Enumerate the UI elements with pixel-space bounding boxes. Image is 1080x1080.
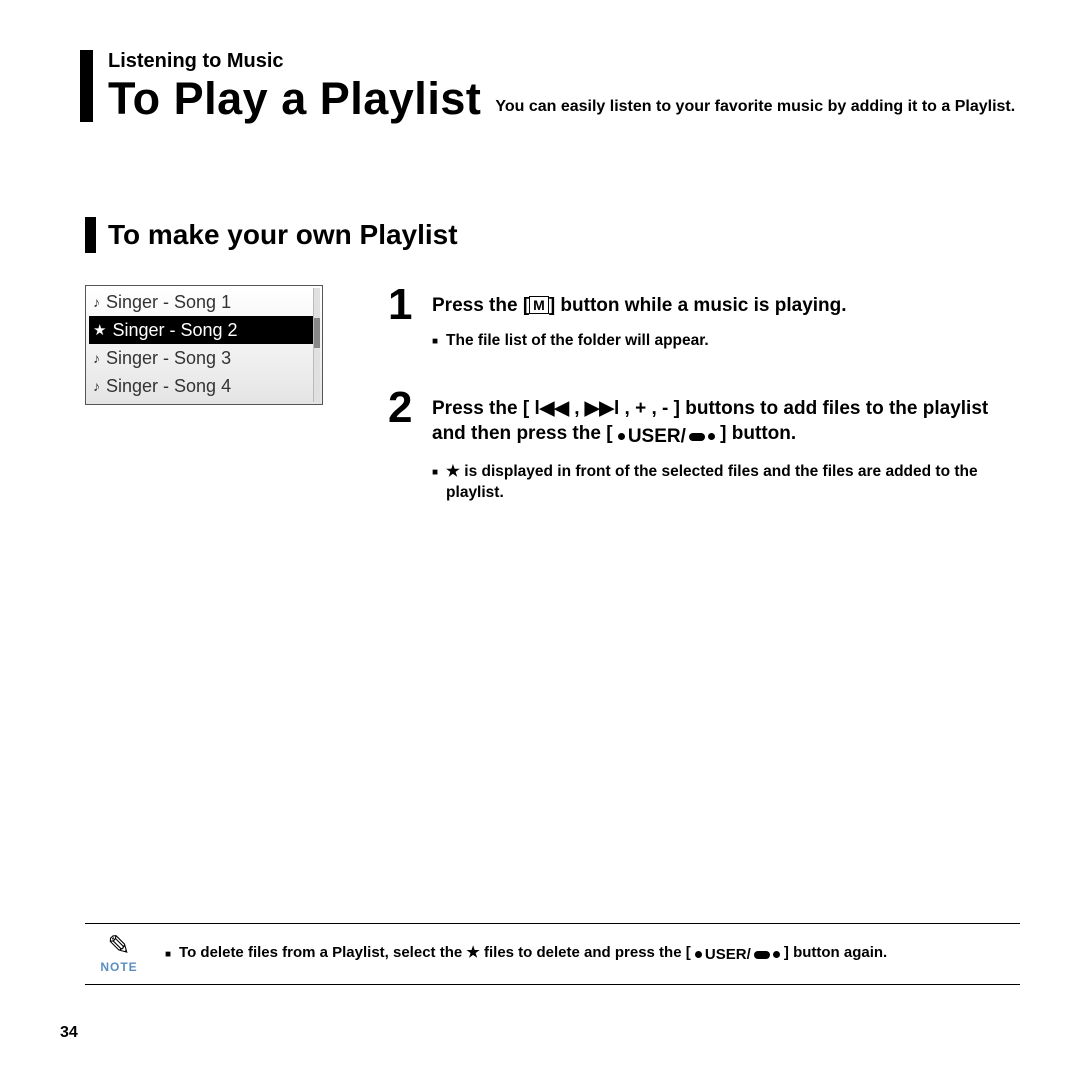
note-label: NOTE	[91, 960, 147, 974]
step-sub: ■ The file list of the folder will appea…	[432, 331, 847, 352]
star-icon: ★	[93, 321, 106, 339]
list-item: ♪ Singer - Song 4	[89, 372, 319, 400]
step: 1 Press the [M] button while a music is …	[388, 285, 1020, 352]
music-note-icon: ♪	[93, 350, 100, 366]
list-item-label: Singer - Song 2	[112, 320, 237, 341]
step-sub-text: ★ is displayed in front of the selected …	[446, 462, 1020, 504]
step-number: 2	[388, 388, 418, 428]
list-item: ♪ Singer - Song 3	[89, 344, 319, 372]
list-item: ★ Singer - Song 2	[89, 316, 319, 344]
music-note-icon: ♪	[93, 294, 100, 310]
page-title: To Play a Playlist	[108, 75, 481, 122]
star-icon: ★	[466, 943, 479, 961]
note-box: ✎ NOTE ■ To delete files from a Playlist…	[85, 923, 1020, 985]
list-item-label: Singer - Song 1	[106, 292, 231, 313]
step-sub: ■ ★ is displayed in front of the selecte…	[432, 462, 1020, 504]
m-button-icon: M	[529, 296, 549, 314]
page-number: 34	[60, 1024, 78, 1042]
note-icon: ✎	[91, 932, 147, 960]
list-item-label: Singer - Song 3	[106, 348, 231, 369]
step-text: Press the [ l◀◀ , ▶▶l , + , - ] buttons …	[432, 396, 1020, 450]
note-text: ■ To delete files from a Playlist, selec…	[165, 943, 887, 963]
sub-heading-bar	[85, 217, 96, 253]
page-lead: You can easily listen to your favorite m…	[495, 97, 1015, 122]
star-icon: ★	[446, 462, 460, 483]
list-item: ♪ Singer - Song 1	[89, 288, 319, 316]
sub-heading-text: To make your own Playlist	[108, 219, 458, 251]
steps: 1 Press the [M] button while a music is …	[388, 285, 1020, 539]
bullet-icon: ■	[165, 947, 171, 960]
sub-heading: To make your own Playlist	[85, 217, 1020, 253]
step-number: 1	[388, 285, 418, 325]
bullet-icon: ■	[432, 331, 438, 349]
nav-buttons-icon: l◀◀ , ▶▶l , + , -	[534, 396, 668, 422]
step-text: Press the [M] button while a music is pl…	[432, 293, 847, 319]
music-note-icon: ♪	[93, 378, 100, 394]
bullet-icon: ■	[432, 462, 438, 480]
step-sub-text: The file list of the folder will appear.	[446, 331, 709, 352]
page-header: Listening to Music To Play a Playlist Yo…	[80, 50, 1020, 122]
step: 2 Press the [ l◀◀ , ▶▶l , + , - ] button…	[388, 388, 1020, 504]
device-screenshot: ♪ Singer - Song 1 ★ Singer - Song 2 ♪ Si…	[85, 285, 323, 405]
scrollbar	[313, 288, 320, 402]
user-rec-button-icon: USER/	[618, 424, 715, 450]
list-item-label: Singer - Song 4	[106, 376, 231, 397]
user-rec-button-icon: USER/	[695, 946, 780, 963]
section-name: Listening to Music	[108, 50, 1020, 73]
